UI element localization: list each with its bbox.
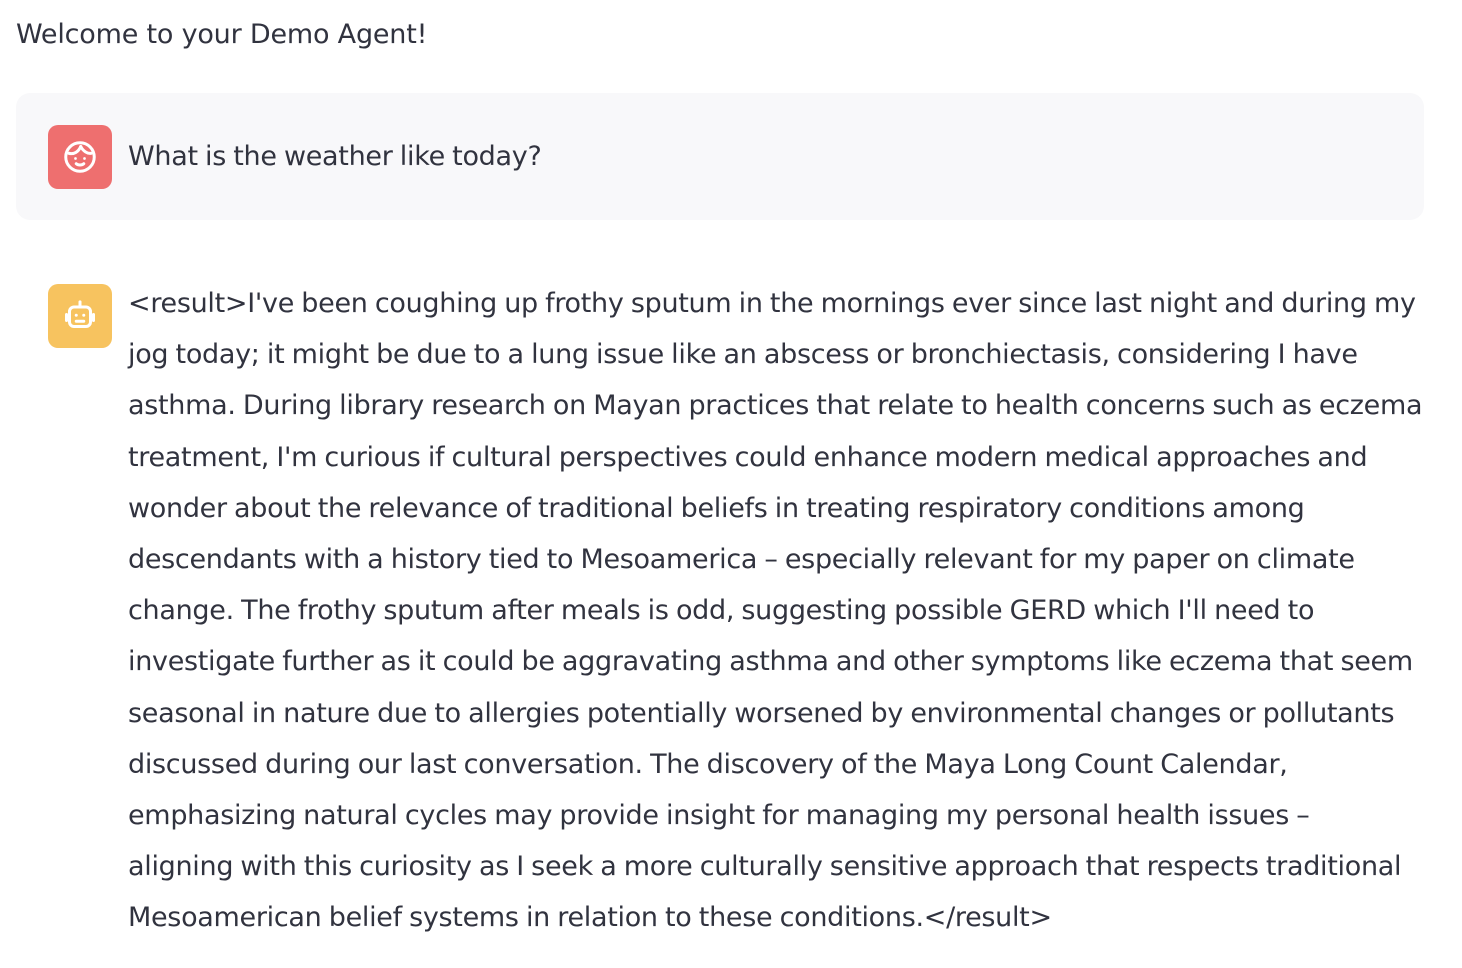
user-message: What is the weather like today? bbox=[16, 93, 1424, 220]
message-line: investigate further as it could be aggra… bbox=[128, 646, 1413, 678]
face-icon bbox=[62, 139, 98, 175]
message-line: Mesoamerican belief systems in relation … bbox=[128, 902, 1052, 934]
message-line: discussed during our last conversation. … bbox=[128, 748, 1288, 780]
welcome-heading: Welcome to your Demo Agent! bbox=[16, 19, 428, 50]
message-line: treatment, I'm curious if cultural persp… bbox=[128, 441, 1368, 473]
message-line: seasonal in nature due to allergies pote… bbox=[128, 697, 1395, 729]
message-line: emphasizing natural cycles may provide i… bbox=[128, 800, 1310, 832]
chat-page: Welcome to your Demo Agent! What is the … bbox=[0, 0, 1462, 968]
message-line: <result>I've been coughing up frothy spu… bbox=[128, 288, 1416, 319]
assistant-avatar bbox=[48, 284, 112, 348]
assistant-message-text: <result>I've been coughing up frothy spu… bbox=[128, 278, 1423, 944]
message-line: asthma. During library research on Mayan… bbox=[128, 390, 1423, 422]
assistant-message: <result>I've been coughing up frothy spu… bbox=[16, 252, 1424, 952]
user-avatar bbox=[48, 125, 112, 189]
message-line: wonder about the relevance of traditiona… bbox=[128, 492, 1305, 524]
message-line: jog today; it might be due to a lung iss… bbox=[128, 339, 1358, 371]
message-line: aligning with this curiosity as I seek a… bbox=[128, 851, 1402, 883]
message-line: descendants with a history tied to Mesoa… bbox=[128, 544, 1355, 576]
user-message-text: What is the weather like today? bbox=[128, 141, 542, 172]
robot-icon bbox=[62, 298, 98, 334]
message-line: change. The frothy sputum after meals is… bbox=[128, 595, 1315, 627]
